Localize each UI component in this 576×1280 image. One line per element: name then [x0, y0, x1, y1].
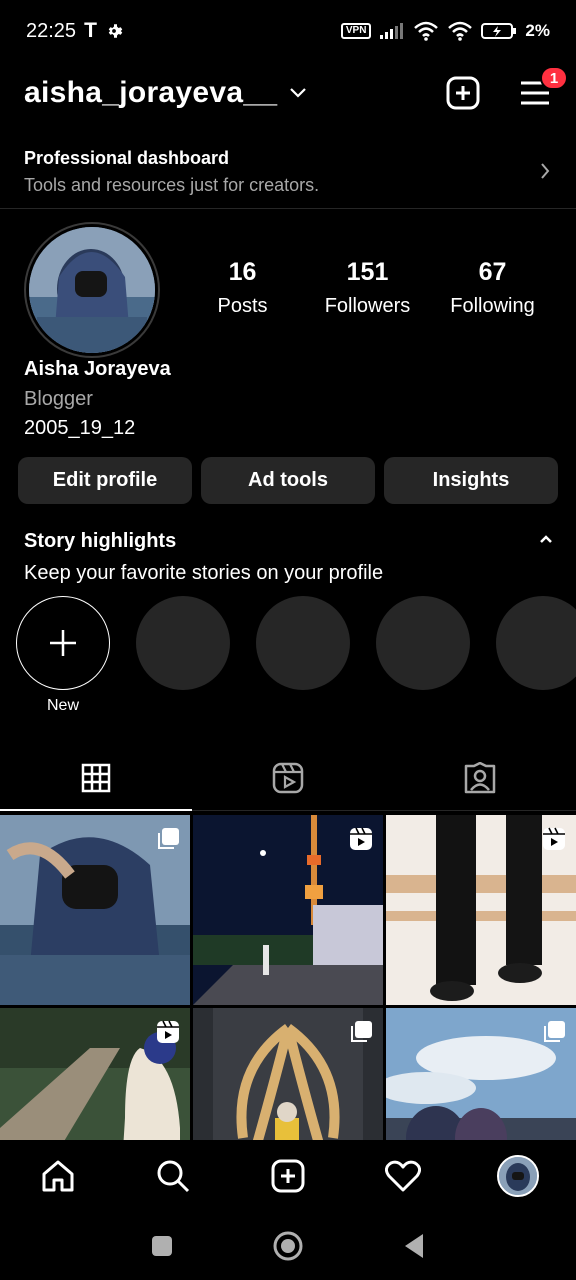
- carousel-icon: [349, 1020, 373, 1049]
- menu-icon[interactable]: 1: [518, 66, 568, 110]
- reel-icon: [542, 827, 566, 856]
- create-icon[interactable]: [266, 1154, 310, 1198]
- wifi-icon: [413, 21, 439, 41]
- system-navigation: [0, 1212, 576, 1280]
- highlight-placeholder: [256, 596, 350, 715]
- chevron-down-icon[interactable]: [289, 87, 307, 99]
- profile-stats: 16 Posts 151 Followers 67 Following: [180, 258, 560, 318]
- tagged-icon: [464, 761, 496, 794]
- avatar-image: [29, 227, 155, 353]
- reel-icon: [156, 1020, 180, 1049]
- profile-bio: Aisha Jorayeva Blogger 2005_19_12: [24, 358, 171, 440]
- username[interactable]: aisha_jorayeva__: [24, 76, 277, 110]
- carousel-icon: [542, 1020, 566, 1049]
- tab-reels[interactable]: [192, 745, 384, 810]
- highlight-circle: [496, 596, 576, 690]
- battery-icon: [481, 22, 517, 40]
- highlight-placeholder: [376, 596, 470, 715]
- avatar: [497, 1155, 540, 1197]
- dashboard-subtitle: Tools and resources just for creators.: [24, 175, 320, 195]
- highlight-placeholder: [496, 596, 576, 715]
- profile-actions: Edit profile Ad tools Insights: [18, 457, 558, 504]
- tab-posts[interactable]: [0, 745, 192, 811]
- stat-followers[interactable]: 151 Followers: [305, 258, 430, 318]
- stat-label: Followers: [324, 295, 411, 317]
- content-tabs: [0, 745, 576, 811]
- ad-tools-button[interactable]: Ad tools: [201, 457, 375, 504]
- plus-icon[interactable]: [16, 596, 110, 690]
- carousel-icon: [156, 827, 180, 856]
- bottom-navigation: [0, 1140, 576, 1212]
- new-post-icon[interactable]: [446, 76, 480, 110]
- professional-dashboard[interactable]: Professional dashboard Tools and resourc…: [0, 140, 576, 209]
- home-icon[interactable]: [36, 1154, 80, 1198]
- highlight-new[interactable]: New: [16, 596, 110, 715]
- highlight-placeholder: [136, 596, 230, 715]
- highlight-circle: [376, 596, 470, 690]
- status-time: 22:25: [26, 19, 77, 42]
- stat-label: Posts: [217, 295, 268, 317]
- carrier-icon: T: [84, 19, 97, 42]
- profile-avatar[interactable]: [24, 222, 160, 358]
- chevron-right-icon: [540, 162, 550, 185]
- settings-icon: [105, 22, 123, 40]
- profile-category: Blogger: [24, 388, 93, 410]
- stat-number: 67: [478, 258, 507, 286]
- vpn-badge: VPN: [340, 23, 372, 39]
- battery-percent: 2%: [525, 21, 550, 40]
- display-name: Aisha Jorayeva: [24, 358, 171, 380]
- stat-following[interactable]: 67 Following: [430, 258, 555, 318]
- dashboard-title: Professional dashboard: [24, 148, 230, 168]
- highlights-row: New: [16, 596, 576, 715]
- post-thumbnail[interactable]: [386, 815, 576, 1005]
- highlights-title: Story highlights: [24, 530, 177, 552]
- recents-button[interactable]: [151, 1235, 173, 1257]
- bio-text: 2005_19_12: [24, 417, 136, 439]
- highlight-new-label: New: [46, 697, 79, 714]
- stat-label: Following: [450, 295, 535, 317]
- stat-number: 16: [228, 258, 257, 286]
- tab-tagged[interactable]: [384, 745, 576, 810]
- reel-icon: [349, 827, 373, 856]
- wifi-icon: [447, 21, 473, 41]
- heart-icon[interactable]: [381, 1154, 425, 1198]
- search-icon[interactable]: [151, 1154, 195, 1198]
- chevron-up-icon[interactable]: [538, 532, 554, 550]
- post-thumbnail[interactable]: [0, 815, 190, 1005]
- highlight-circle: [136, 596, 230, 690]
- highlight-circle: [256, 596, 350, 690]
- insights-button[interactable]: Insights: [384, 457, 558, 504]
- edit-profile-button[interactable]: Edit profile: [18, 457, 192, 504]
- back-button[interactable]: [403, 1233, 425, 1259]
- highlights-subtitle: Keep your favorite stories on your profi…: [24, 562, 384, 584]
- story-highlights-header[interactable]: Story highlights Keep your favorite stor…: [24, 530, 554, 585]
- profile-header: aisha_jorayeva__ 1: [0, 62, 576, 124]
- signal-icon: [379, 22, 405, 40]
- stat-posts[interactable]: 16 Posts: [180, 258, 305, 318]
- profile-tab[interactable]: [496, 1154, 540, 1198]
- home-button[interactable]: [273, 1231, 303, 1261]
- stat-number: 151: [346, 258, 389, 286]
- notification-badge: 1: [540, 66, 568, 90]
- grid-icon: [81, 763, 111, 793]
- status-bar: 22:25 T VPN 2%: [0, 0, 576, 62]
- reels-icon: [272, 762, 304, 794]
- post-thumbnail[interactable]: [193, 815, 383, 1005]
